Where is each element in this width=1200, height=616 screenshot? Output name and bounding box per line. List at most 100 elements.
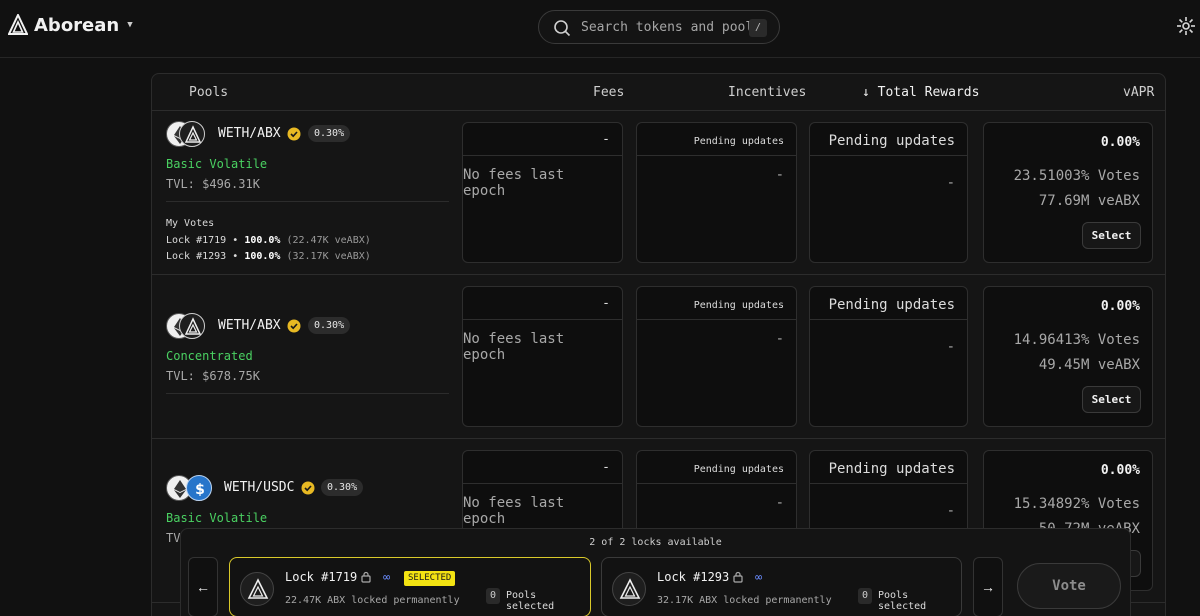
fees-value: - [602,132,610,147]
infinity-icon: ∞ [755,570,763,584]
infinity-icon: ∞ [383,570,391,584]
svg-text:$: $ [195,482,205,498]
fees-note: No fees last epoch [463,331,565,363]
rewards-cell: Pending updates - [809,122,968,263]
votes-percent: 15.34892% Votes [1013,496,1140,512]
verified-badge-icon [287,127,301,141]
vapr-value: 0.00% [1100,463,1140,478]
vote-lock-name: Lock #1719 [166,235,227,246]
usdc-token-icon: $ [186,475,212,501]
vote-percent: 100.0% [244,235,281,246]
vapr-value: 0.00% [1100,299,1140,314]
pool-type: Concentrated [166,349,253,363]
veabx-amount: 77.69M veABX [1038,193,1140,209]
pool-tvl: TVL: $678.75K [166,369,260,383]
padlock-icon [733,571,743,583]
vote-separator: • [232,235,239,246]
padlock-icon [361,571,371,583]
lock-card-1719[interactable]: Lock #1719 ∞ SELECTED 22.47K ABX locked … [229,557,591,616]
fees-cell: - No fees last epoch [462,286,623,427]
table-row: WETH/ABX 0.30% Basic Volatile TVL: $496.… [152,111,1165,275]
fees-note: No fees last epoch [463,495,565,527]
rewards-cell: Pending updates - [809,286,968,427]
header-fees[interactable]: Fees [593,85,624,100]
pool-type: Basic Volatile [166,157,268,171]
vote-lock-name: Lock #1293 [166,251,227,262]
selected-badge: SELECTED [404,571,456,586]
incentives-cell: Pending updates - [636,122,797,263]
incentives-value: - [775,495,784,511]
rewards-value: - [946,175,955,191]
vote-amount: (22.47K veABX) [286,235,371,246]
table-row: WETH/ABX 0.30% Concentrated TVL: $678.75… [152,275,1165,439]
lock-amount: 22.47K ABX locked permanently [285,595,460,606]
header-total-rewards[interactable]: ↓ Total Rewards [862,85,979,100]
fees-value: - [602,460,610,475]
divider [166,393,449,394]
brand-menu[interactable]: Aborean ▼ [8,14,133,36]
votes-percent: 14.96413% Votes [1013,332,1140,348]
abx-token-icon [179,313,205,339]
abx-lock-icon [240,572,274,606]
rewards-value: - [946,503,955,519]
app-name: Aborean [34,14,120,36]
search-shortcut-key: / [749,19,767,37]
top-bar: Aborean ▼ Search tokens and pools / [0,0,1200,58]
divider [166,201,449,202]
pools-selected-count: 0 [858,588,872,604]
vapr-cell: 0.00% 23.51003% Votes 77.69M veABX Selec… [983,122,1153,263]
select-button[interactable]: Select [1082,222,1141,249]
pool-tvl: TVL: $496.31K [166,177,260,191]
verified-badge-icon [287,319,301,333]
pools-selected-label: Pools selected [878,590,927,612]
chevron-down-icon: ▼ [127,20,133,30]
rewards-status: Pending updates [828,133,955,149]
votes-percent: 23.51003% Votes [1013,168,1140,184]
vote-amount: (32.17K veABX) [286,251,371,262]
search-icon [554,20,571,37]
vote-percent: 100.0% [244,251,281,262]
pool-info: WETH/ABX 0.30% Basic Volatile TVL: $496.… [166,121,449,262]
rewards-status: Pending updates [828,461,955,477]
fee-badge: 0.30% [308,125,351,142]
table-header: Pools Fees Incentives ↓ Total Rewards vA… [152,74,1165,111]
search-bar[interactable]: Search tokens and pools / [538,10,780,44]
next-lock-button[interactable]: → [973,557,1003,616]
incentives-status: Pending updates [693,136,784,147]
pool-pair-name[interactable]: WETH/ABX [218,318,281,333]
fee-badge: 0.30% [321,479,364,496]
search-placeholder: Search tokens and pools [581,20,762,35]
lock-name: Lock #1719 [285,570,358,584]
rewards-status: Pending updates [828,297,955,313]
my-vote-line: Lock #1719 • 100.0% (22.47K veABX) [166,235,449,246]
prev-lock-button[interactable]: ← [188,557,218,616]
fees-note: No fees last epoch [463,167,565,199]
my-vote-line: Lock #1293 • 100.0% (32.17K veABX) [166,251,449,262]
my-votes-title: My Votes [166,218,215,229]
locks-available-text: 2 of 2 locks available [589,537,722,548]
header-vapr[interactable]: vAPR [1123,85,1154,100]
incentives-cell: Pending updates - [636,286,797,427]
aborean-logo-icon [8,14,28,35]
incentives-value: - [775,331,784,347]
lock-amount: 32.17K ABX locked permanently [657,595,832,606]
vapr-cell: 0.00% 14.96413% Votes 49.45M veABX Selec… [983,286,1153,427]
header-pools[interactable]: Pools [189,85,228,100]
abx-token-icon [179,121,205,147]
fees-value: - [602,296,610,311]
fee-badge: 0.30% [308,317,351,334]
lock-card-1293[interactable]: Lock #1293 ∞ 32.17K ABX locked permanent… [601,557,962,616]
settings-icon[interactable] [1176,16,1196,36]
header-incentives[interactable]: Incentives [728,85,806,100]
incentives-status: Pending updates [693,464,784,475]
abx-lock-icon [612,572,646,606]
select-button[interactable]: Select [1082,386,1141,413]
vote-separator: • [232,251,239,262]
lock-name: Lock #1293 [657,570,730,584]
pool-info: WETH/ABX 0.30% Concentrated TVL: $678.75… [166,313,449,394]
vote-button[interactable]: Vote [1017,563,1121,609]
veabx-amount: 49.45M veABX [1038,357,1140,373]
pool-pair-name[interactable]: WETH/ABX [218,126,281,141]
pool-pair-name[interactable]: WETH/USDC [224,480,294,495]
pool-type: Basic Volatile [166,511,268,525]
